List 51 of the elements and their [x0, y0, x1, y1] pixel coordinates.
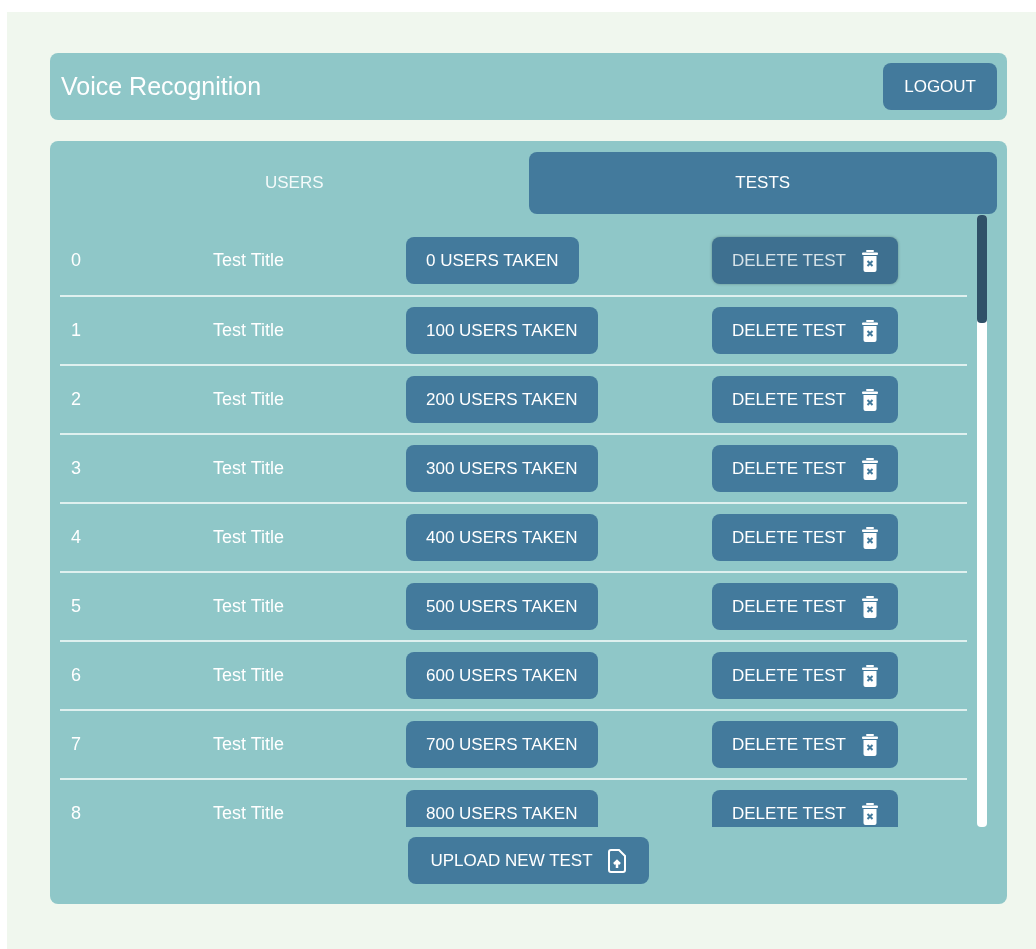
- users-taken-button[interactable]: 500 USERS TAKEN: [406, 583, 598, 630]
- app-title: Voice Recognition: [61, 70, 262, 102]
- test-title: Test Title: [213, 664, 286, 687]
- trash-icon: [862, 249, 878, 272]
- trash-icon: [862, 388, 878, 411]
- test-title: Test Title: [213, 319, 286, 342]
- trash-icon: [862, 802, 878, 825]
- delete-test-button[interactable]: DELETE TEST: [712, 721, 898, 768]
- users-taken-button[interactable]: 600 USERS TAKEN: [406, 652, 598, 699]
- delete-test-button[interactable]: DELETE TEST: [712, 237, 898, 284]
- users-taken-button[interactable]: 300 USERS TAKEN: [406, 445, 598, 492]
- test-index: 1: [70, 319, 82, 342]
- trash-icon: [862, 595, 878, 618]
- users-taken-button[interactable]: 400 USERS TAKEN: [406, 514, 598, 561]
- logout-button[interactable]: LOGOUT: [883, 63, 997, 110]
- delete-test-button[interactable]: DELETE TEST: [712, 514, 898, 561]
- test-title: Test Title: [213, 733, 286, 756]
- trash-icon: [862, 526, 878, 549]
- delete-test-button[interactable]: DELETE TEST: [712, 445, 898, 492]
- upload-test-button[interactable]: UPLOAD NEW TEST: [408, 837, 649, 884]
- test-index: 6: [70, 664, 82, 687]
- file-upload-icon: [606, 848, 627, 873]
- test-index: 3: [70, 457, 82, 480]
- test-title: Test Title: [213, 457, 286, 480]
- users-taken-button[interactable]: 800 USERS TAKEN: [406, 790, 598, 827]
- users-taken-button[interactable]: 0 USERS TAKEN: [406, 237, 579, 284]
- test-index: 5: [70, 595, 82, 618]
- test-index: 4: [70, 526, 82, 549]
- test-title: Test Title: [213, 388, 286, 411]
- test-title: Test Title: [213, 526, 286, 549]
- delete-test-button[interactable]: DELETE TEST: [712, 652, 898, 699]
- delete-test-button[interactable]: DELETE TEST: [712, 790, 898, 827]
- delete-test-button[interactable]: DELETE TEST: [712, 583, 898, 630]
- users-taken-button[interactable]: 700 USERS TAKEN: [406, 721, 598, 768]
- users-taken-button[interactable]: 100 USERS TAKEN: [406, 307, 598, 354]
- scrollbar-thumb[interactable]: [977, 215, 987, 323]
- trash-icon: [862, 319, 878, 342]
- test-index: 8: [70, 802, 82, 825]
- trash-icon: [862, 733, 878, 756]
- tab[interactable]: TESTS: [528, 152, 997, 214]
- delete-test-button[interactable]: DELETE TEST: [712, 376, 898, 423]
- test-index: 0: [70, 249, 82, 272]
- trash-icon: [862, 664, 878, 687]
- delete-test-button[interactable]: DELETE TEST: [712, 307, 898, 354]
- test-index: 7: [70, 733, 82, 756]
- test-index: 2: [70, 388, 82, 411]
- test-title: Test Title: [213, 595, 286, 618]
- test-title: Test Title: [213, 249, 286, 272]
- test-title: Test Title: [213, 802, 286, 825]
- trash-icon: [862, 457, 878, 480]
- users-taken-button[interactable]: 200 USERS TAKEN: [406, 376, 598, 423]
